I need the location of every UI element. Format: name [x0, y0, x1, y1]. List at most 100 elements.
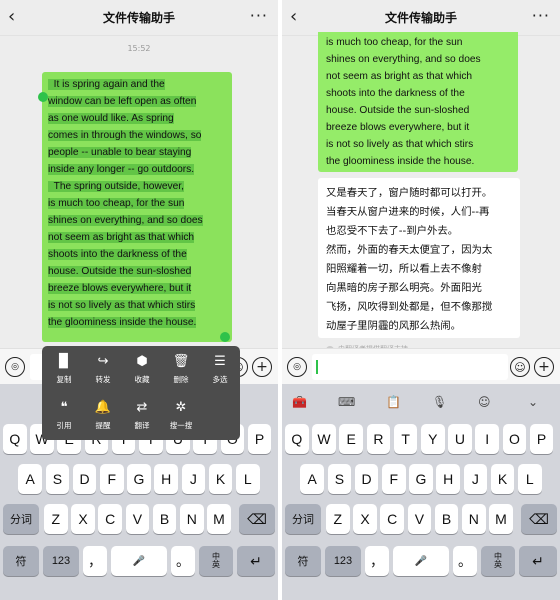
key-h[interactable]: H	[436, 464, 460, 494]
menu-item-6[interactable]: 🔔 提醒	[83, 396, 123, 436]
menu-item-4[interactable]: ☰ 多选	[200, 350, 240, 390]
menu-item-5[interactable]: ❝ 引用	[44, 396, 84, 436]
plus-icon[interactable]: +	[534, 357, 554, 377]
key-x[interactable]: X	[71, 504, 95, 534]
toolbox-icon[interactable]: 🧰	[292, 393, 307, 411]
emoji-icon[interactable]: ☺	[478, 393, 491, 411]
symbol-key[interactable]: 符	[3, 546, 39, 576]
key-t[interactable]: T	[393, 424, 418, 454]
back-icon[interactable]: ‹	[290, 7, 297, 27]
key-i[interactable]: I	[475, 424, 499, 454]
bubble-line-text: The spring outside, however,	[48, 181, 184, 192]
plus-icon[interactable]: +	[252, 357, 272, 377]
key-q[interactable]: Q	[3, 424, 27, 454]
key-f[interactable]: F	[382, 464, 406, 494]
key-h[interactable]: H	[154, 464, 178, 494]
period-key[interactable]: 。	[453, 546, 477, 576]
key-x[interactable]: X	[353, 504, 377, 534]
space-key[interactable]: 🎤	[393, 546, 449, 576]
key-d[interactable]: D	[72, 464, 97, 494]
backspace-key[interactable]: ⌫	[521, 504, 557, 534]
clipboard-icon[interactable]: 📋	[386, 393, 401, 411]
key-k[interactable]: K	[490, 464, 515, 494]
menu-item-0[interactable]: ▉ 复制	[44, 350, 84, 390]
message-bubble-selected[interactable]: It is spring again and the window can be …	[42, 72, 232, 342]
enter-key[interactable]: ↵	[519, 546, 557, 576]
key-u[interactable]: U	[448, 424, 472, 454]
menu-item-7[interactable]: ⇄ 翻译	[122, 396, 162, 436]
bubble-line: comes in through the windows, so	[48, 127, 226, 144]
mic-icon[interactable]: 🎙	[432, 393, 447, 411]
key-b[interactable]: B	[152, 504, 177, 534]
menu-item-label: 复制	[56, 375, 72, 384]
key-e[interactable]: E	[339, 424, 363, 454]
key-a[interactable]: A	[300, 464, 324, 494]
keyboard-icon[interactable]: ⌨	[338, 393, 355, 411]
key-m[interactable]: M	[207, 504, 231, 534]
key-q[interactable]: Q	[285, 424, 309, 454]
emoji-icon[interactable]: ☺	[510, 357, 530, 377]
translation-line: 向黑暗的房子那么明亮。外面阳光	[326, 282, 482, 294]
key-d[interactable]: D	[354, 464, 379, 494]
key-v[interactable]: V	[407, 504, 432, 534]
key-g[interactable]: G	[409, 464, 433, 494]
message-bubble[interactable]: is much too cheap, for the sun shines on …	[318, 32, 518, 172]
key-c[interactable]: C	[98, 504, 122, 534]
period-key[interactable]: 。	[171, 546, 195, 576]
key-w[interactable]: W	[312, 424, 336, 454]
key-j[interactable]: J	[463, 464, 488, 494]
key-f[interactable]: F	[100, 464, 124, 494]
menu-item-3[interactable]: 🗑 删除	[161, 350, 201, 390]
comma-key[interactable]: ，	[83, 546, 107, 576]
more-icon[interactable]: ···	[250, 6, 268, 25]
key-l[interactable]: L	[236, 464, 260, 494]
enter-key[interactable]: ↵	[237, 546, 275, 576]
voice-icon[interactable]: ◎	[5, 357, 25, 377]
key-n[interactable]: N	[180, 504, 204, 534]
space-key[interactable]: 🎤	[111, 546, 167, 576]
language-switch-key[interactable]: 中英	[481, 546, 515, 576]
key-p[interactable]: P	[529, 424, 554, 454]
number-key[interactable]: 123	[43, 546, 79, 576]
key-z[interactable]: Z	[44, 504, 68, 534]
number-key[interactable]: 123	[325, 546, 361, 576]
voice-icon[interactable]: ◎	[287, 357, 307, 377]
key-v[interactable]: V	[125, 504, 150, 534]
fenci-key[interactable]: 分词	[285, 504, 321, 534]
selection-handle-end[interactable]	[220, 332, 230, 342]
key-k[interactable]: K	[208, 464, 233, 494]
backspace-key[interactable]: ⌫	[239, 504, 275, 534]
more-icon[interactable]: ···	[532, 6, 550, 25]
key-b[interactable]: B	[434, 504, 459, 534]
translation-card[interactable]: 又是春天了，窗户随时都可以打开。 当春天从窗户进来的时候，人们--再 也忍受不下去了…	[318, 178, 520, 354]
back-icon[interactable]: ‹	[8, 7, 15, 27]
message-input[interactable]	[312, 354, 508, 380]
key-a[interactable]: A	[18, 464, 42, 494]
menu-item-2[interactable]: ⬢ 收藏	[122, 350, 162, 390]
bubble-line: not seem as bright as that which	[48, 229, 226, 246]
key-l[interactable]: L	[518, 464, 542, 494]
collapse-icon[interactable]: ⌄	[528, 393, 538, 411]
symbol-key[interactable]: 符	[285, 546, 321, 576]
key-n[interactable]: N	[462, 504, 486, 534]
key-z[interactable]: Z	[326, 504, 350, 534]
key-y[interactable]: Y	[421, 424, 445, 454]
key-c[interactable]: C	[380, 504, 404, 534]
key-o[interactable]: O	[502, 424, 527, 454]
menu-item-8[interactable]: ✲ 搜一搜	[161, 396, 201, 436]
language-switch-key[interactable]: 中英	[199, 546, 233, 576]
key-j[interactable]: J	[181, 464, 206, 494]
key-s[interactable]: S	[45, 464, 70, 494]
key-p[interactable]: P	[247, 424, 272, 454]
key-r[interactable]: R	[366, 424, 391, 454]
selection-handle-start[interactable]	[38, 92, 48, 102]
bubble-line-text: not seem as bright as that which	[48, 232, 195, 243]
bubble-line: shoots into the darkness of the	[326, 88, 465, 99]
comma-key[interactable]: ，	[365, 546, 389, 576]
menu-item-1[interactable]: ↪ 转发	[83, 350, 123, 390]
key-g[interactable]: G	[127, 464, 151, 494]
bubble-line: It is spring again and the	[48, 76, 226, 93]
key-m[interactable]: M	[489, 504, 513, 534]
fenci-key[interactable]: 分词	[3, 504, 39, 534]
key-s[interactable]: S	[327, 464, 352, 494]
